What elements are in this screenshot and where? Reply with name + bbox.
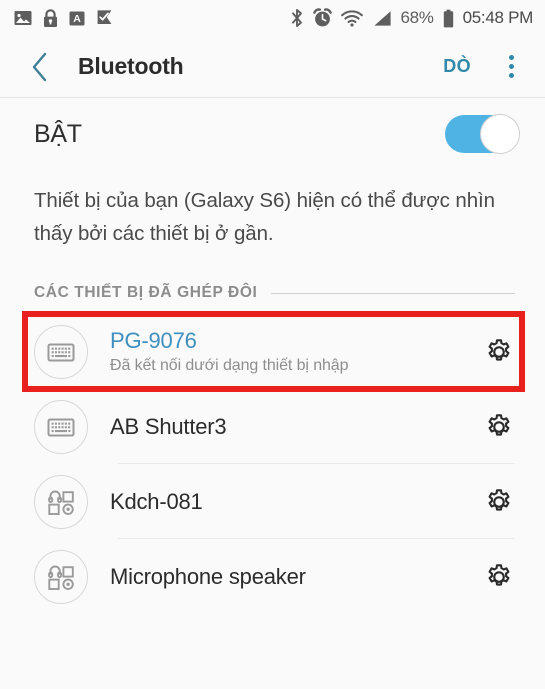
device-texts: Microphone speaker: [110, 564, 479, 589]
bluetooth-toggle-label: BẬT: [34, 119, 82, 148]
status-bar-left-icons: A: [14, 8, 114, 28]
more-vertical-icon[interactable]: [493, 47, 529, 87]
device-row-microphone-speaker[interactable]: Microphone speaker: [0, 539, 545, 614]
gear-icon: [488, 564, 510, 586]
device-texts: PG-9076 Đã kết nối dưới dạng thiết bị nh…: [110, 328, 479, 376]
other-device-icon: [48, 490, 74, 515]
device-row-kdch-081[interactable]: Kdch-081: [0, 464, 545, 540]
status-bar: A 68% 05:48 PM: [0, 0, 545, 36]
device-icon-wrap: [34, 399, 88, 454]
paired-devices-list: PG-9076 Đã kết nối dưới dạng thiết bị nh…: [0, 311, 545, 614]
app-bar: Bluetooth DÒ: [0, 36, 545, 98]
gear-icon: [488, 489, 510, 511]
section-divider-rule: [271, 292, 515, 294]
device-icon-wrap: [34, 474, 88, 529]
device-status-subtitle: Đã kết nối dưới dạng thiết bị nhập: [110, 357, 349, 375]
alarm-icon: [312, 8, 332, 27]
device-name: PG-9076: [110, 328, 197, 354]
device-texts: Kdch-081: [110, 489, 479, 514]
device-icon-wrap: [34, 324, 88, 379]
paired-devices-title: CÁC THIẾT BỊ ĐÃ GHÉP ĐÔI: [34, 284, 258, 302]
device-row-pg-9076[interactable]: PG-9076 Đã kết nối dưới dạng thiết bị nh…: [0, 314, 545, 390]
lock-icon: [44, 8, 57, 27]
toggle-knob: [480, 114, 520, 154]
font-a-icon: A: [69, 11, 85, 25]
device-icon-wrap: [34, 549, 88, 604]
status-bar-right-icons: 68% 05:48 PM: [290, 8, 534, 28]
chevron-left-icon: [32, 52, 47, 81]
device-texts: AB Shutter3: [110, 414, 479, 439]
svg-text:A: A: [73, 13, 81, 25]
gear-icon: [488, 414, 510, 436]
battery-icon: [443, 9, 453, 27]
device-settings-button[interactable]: [479, 482, 519, 522]
signal-icon: [373, 10, 391, 26]
back-button[interactable]: [30, 50, 60, 84]
gear-icon: [488, 339, 510, 361]
device-name: AB Shutter3: [110, 414, 227, 440]
keyboard-icon: [47, 343, 75, 362]
wifi-icon: [340, 9, 363, 27]
paired-devices-section-header: CÁC THIẾT BỊ ĐÃ GHÉP ĐÔI: [0, 250, 545, 302]
device-settings-button[interactable]: [479, 332, 519, 372]
battery-percentage: 68%: [400, 8, 434, 27]
status-bar-clock: 05:48 PM: [462, 8, 534, 27]
photo-icon: [14, 11, 32, 25]
checkmark-flag-icon: [97, 9, 112, 27]
bluetooth-toggle-switch[interactable]: [445, 114, 520, 154]
scan-button[interactable]: DÒ: [435, 50, 479, 83]
page-title: Bluetooth: [78, 53, 184, 79]
bluetooth-icon: [291, 9, 302, 27]
device-name: Microphone speaker: [110, 564, 306, 590]
keyboard-icon: [47, 418, 75, 437]
device-settings-button[interactable]: [479, 407, 519, 447]
device-settings-button[interactable]: [479, 557, 519, 597]
other-device-icon: [48, 565, 74, 590]
device-row-ab-shutter3[interactable]: AB Shutter3: [0, 389, 545, 465]
device-name: Kdch-081: [110, 489, 203, 515]
visibility-description: Thiết bị của bạn (Galaxy S6) hiện có thể…: [34, 189, 495, 246]
bluetooth-toggle-row[interactable]: BẬT: [0, 98, 545, 170]
